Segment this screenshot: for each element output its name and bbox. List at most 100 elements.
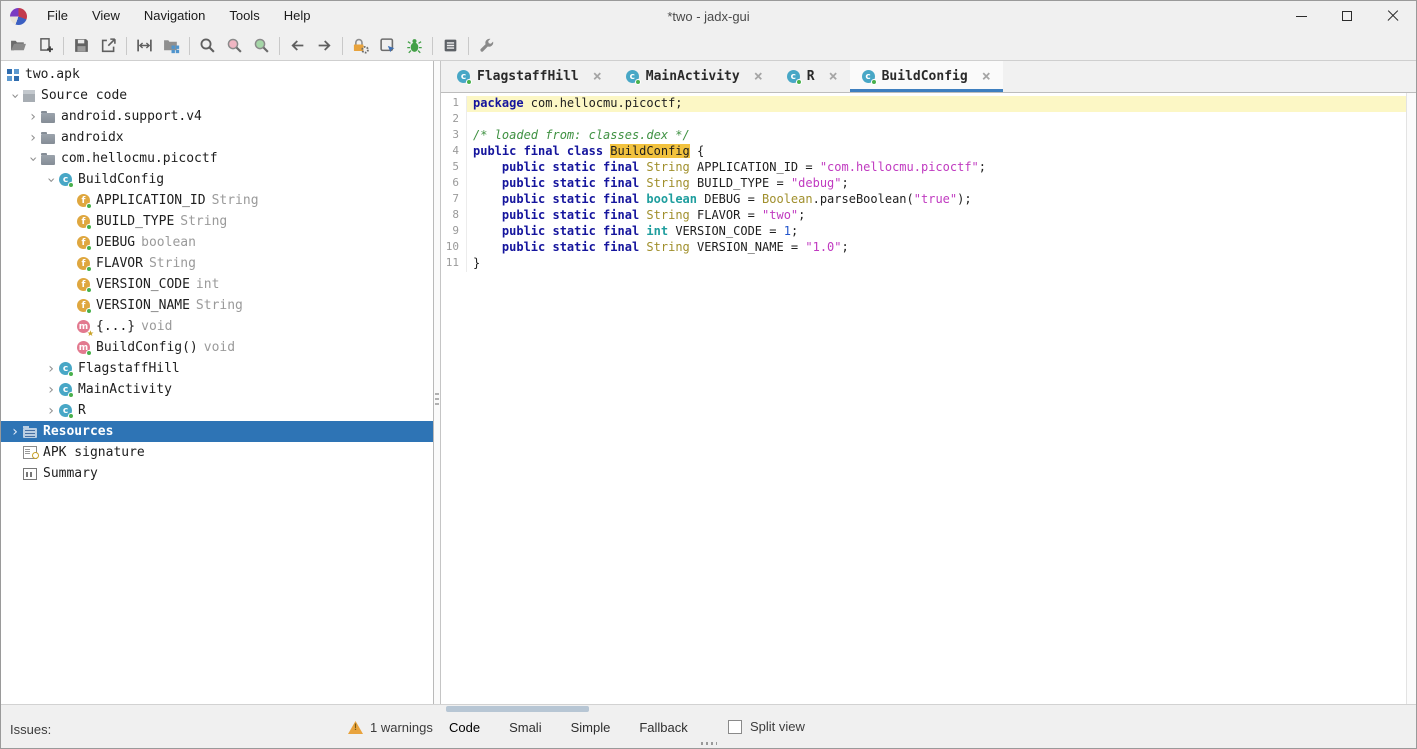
status-bar: Issues: 1 warnings CodeSmaliSimpleFallba… (1, 704, 1416, 748)
tree-item-build-type[interactable]: fBUILD_TYPEString (1, 211, 433, 232)
log-viewer-button[interactable] (437, 33, 464, 58)
code-line: 9 public static final int VERSION_CODE =… (441, 224, 1406, 240)
tree-item-summary[interactable]: Summary (1, 463, 433, 484)
split-view-checkbox[interactable] (728, 720, 742, 734)
chevron-collapsed-icon[interactable]: › (25, 110, 41, 124)
field-icon: f (77, 236, 90, 249)
chevron-expanded-icon[interactable]: › (8, 88, 22, 104)
field-icon: f (77, 194, 90, 207)
tree-item-type: String (212, 193, 259, 208)
split-view-toggle[interactable]: Split view (728, 719, 805, 734)
save-all-button[interactable] (68, 33, 95, 58)
debugger-button[interactable] (401, 33, 428, 58)
class-icon: c (862, 70, 875, 83)
menu-tools[interactable]: Tools (217, 1, 271, 31)
tab-close-icon[interactable]: × (829, 70, 838, 83)
view-mode-code[interactable]: Code (445, 719, 484, 736)
chevron-collapsed-icon[interactable]: › (7, 425, 23, 439)
menu-help[interactable]: Help (272, 1, 323, 31)
tree-item-com-hellocmu-picoctf[interactable]: ›com.hellocmu.picoctf (1, 148, 433, 169)
tree-item-label: two.apk (25, 67, 80, 82)
chevron-collapsed-icon[interactable]: › (43, 383, 59, 397)
tab-close-icon[interactable]: × (754, 70, 763, 83)
public-dot-icon (466, 79, 472, 85)
tree-item-label: FLAVOR (96, 256, 143, 271)
code-text: package com.hellocmu.picoctf; (467, 96, 1406, 112)
tree-item-label: Summary (43, 466, 98, 481)
close-icon (1387, 10, 1399, 22)
chevron-collapsed-icon[interactable]: › (25, 131, 41, 145)
view-mode-smali[interactable]: Smali (505, 719, 546, 736)
back-button[interactable] (284, 33, 311, 58)
tree-item-resources[interactable]: ›Resources (1, 421, 433, 442)
tab-r[interactable]: cR× (775, 61, 850, 92)
forward-icon (316, 37, 333, 54)
menu-file[interactable]: File (35, 1, 80, 31)
tree-item-source-code[interactable]: ›Source code (1, 85, 433, 106)
text-search-button[interactable] (221, 33, 248, 58)
chevron-expanded-icon[interactable]: › (44, 172, 58, 188)
view-mode-fallback[interactable]: Fallback (635, 719, 691, 736)
close-button[interactable] (1370, 1, 1416, 31)
tree-item-flagstaffhill[interactable]: ›cFlagstaffHill (1, 358, 433, 379)
tab-close-icon[interactable]: × (982, 70, 991, 83)
menu-view[interactable]: View (80, 1, 132, 31)
forward-button[interactable] (311, 33, 338, 58)
deobfuscation-button[interactable] (347, 33, 374, 58)
tree-item-static-init[interactable]: m★{...}void (1, 316, 433, 337)
public-dot-icon (86, 245, 92, 251)
maximize-button[interactable] (1324, 1, 1370, 31)
tree-item-r[interactable]: ›cR (1, 400, 433, 421)
tab-label: R (807, 69, 815, 84)
chevron-expanded-icon[interactable]: › (26, 151, 40, 167)
preferences-button[interactable] (473, 33, 500, 58)
horizontal-scrollbar[interactable] (446, 706, 589, 712)
code-editor[interactable]: 1package com.hellocmu.picoctf;23/* loade… (441, 93, 1406, 704)
code-line: 7 public static final boolean DEBUG = Bo… (441, 192, 1406, 208)
chevron-collapsed-icon[interactable]: › (43, 362, 59, 376)
flat-packages-button[interactable] (158, 33, 185, 58)
tree-item-debug[interactable]: fDEBUGboolean (1, 232, 433, 253)
tree-item-apk-signature[interactable]: APK signature (1, 442, 433, 463)
tree-item-two-apk[interactable]: two.apk (1, 64, 433, 85)
add-files-button[interactable] (32, 33, 59, 58)
tab-close-icon[interactable]: × (593, 70, 602, 83)
code-line: 11} (441, 256, 1406, 272)
warnings-indicator[interactable]: 1 warnings (348, 720, 433, 735)
tree-item-label: R (78, 403, 86, 418)
code-area[interactable]: 1package com.hellocmu.picoctf;23/* loade… (441, 93, 1416, 704)
tree-item-version-name[interactable]: fVERSION_NAMEString (1, 295, 433, 316)
minimize-icon (1296, 16, 1307, 17)
panel-splitter[interactable] (434, 61, 440, 704)
tree-item-android-support-v4[interactable]: ›android.support.v4 (1, 106, 433, 127)
tree-item-mainactivity[interactable]: ›cMainActivity (1, 379, 433, 400)
error-stripe[interactable] (1406, 93, 1416, 704)
tree-item-version-code[interactable]: fVERSION_CODEint (1, 274, 433, 295)
quark-report-icon (379, 37, 396, 54)
tree-item-type: boolean (141, 235, 196, 250)
sync-button[interactable] (131, 33, 158, 58)
class-search-button[interactable] (248, 33, 275, 58)
minimize-button[interactable] (1278, 1, 1324, 31)
tree-item-buildconfig[interactable]: ›cBuildConfig (1, 169, 433, 190)
export-icon (100, 37, 117, 54)
splitter-grip-icon (435, 393, 439, 407)
tree-item-androidx[interactable]: ›androidx (1, 127, 433, 148)
chevron-collapsed-icon[interactable]: › (43, 404, 59, 418)
tab-flagstaffhill[interactable]: cFlagstaffHill× (445, 61, 614, 92)
open-file-button[interactable] (5, 33, 32, 58)
tree-item-label: VERSION_CODE (96, 277, 190, 292)
search-button[interactable] (194, 33, 221, 58)
main-area: two.apk ›Source code›android.support.v4›a… (1, 61, 1416, 704)
tree-item-application-id[interactable]: fAPPLICATION_IDString (1, 190, 433, 211)
tab-buildconfig[interactable]: cBuildConfig× (850, 61, 1003, 92)
tab-mainactivity[interactable]: cMainActivity× (614, 61, 775, 92)
quark-report-button[interactable] (374, 33, 401, 58)
window-resize-grip[interactable] (701, 742, 717, 745)
tree-item-flavor[interactable]: fFLAVORString (1, 253, 433, 274)
tree-item-buildconfig[interactable]: mBuildConfig()void (1, 337, 433, 358)
export-button[interactable] (95, 33, 122, 58)
line-number: 7 (441, 192, 467, 208)
view-mode-simple[interactable]: Simple (567, 719, 615, 736)
menu-navigation[interactable]: Navigation (132, 1, 217, 31)
